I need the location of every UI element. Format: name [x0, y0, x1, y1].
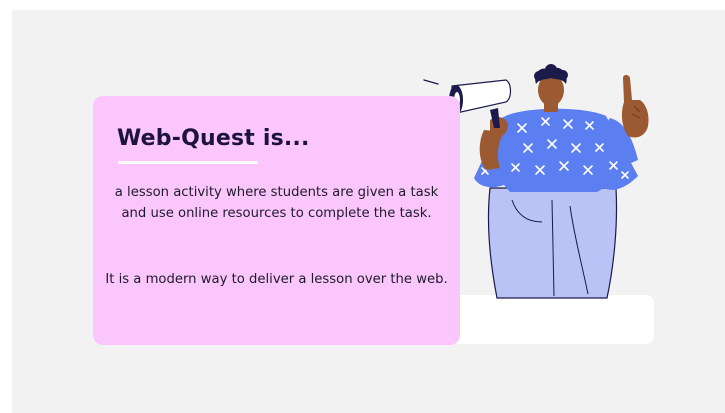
pants — [487, 187, 618, 299]
slide-title: Web-Quest is... — [117, 126, 310, 151]
definition-paragraph: a lesson activity where students are giv… — [114, 185, 439, 221]
head — [534, 64, 568, 106]
text-card: Web-Quest is... a lesson activity where … — [93, 96, 460, 345]
description-paragraph: It is a modern way to deliver a lesson o… — [105, 272, 448, 287]
title-underline — [118, 161, 258, 164]
slide-canvas: Web-Quest is... a lesson activity where … — [12, 10, 725, 413]
